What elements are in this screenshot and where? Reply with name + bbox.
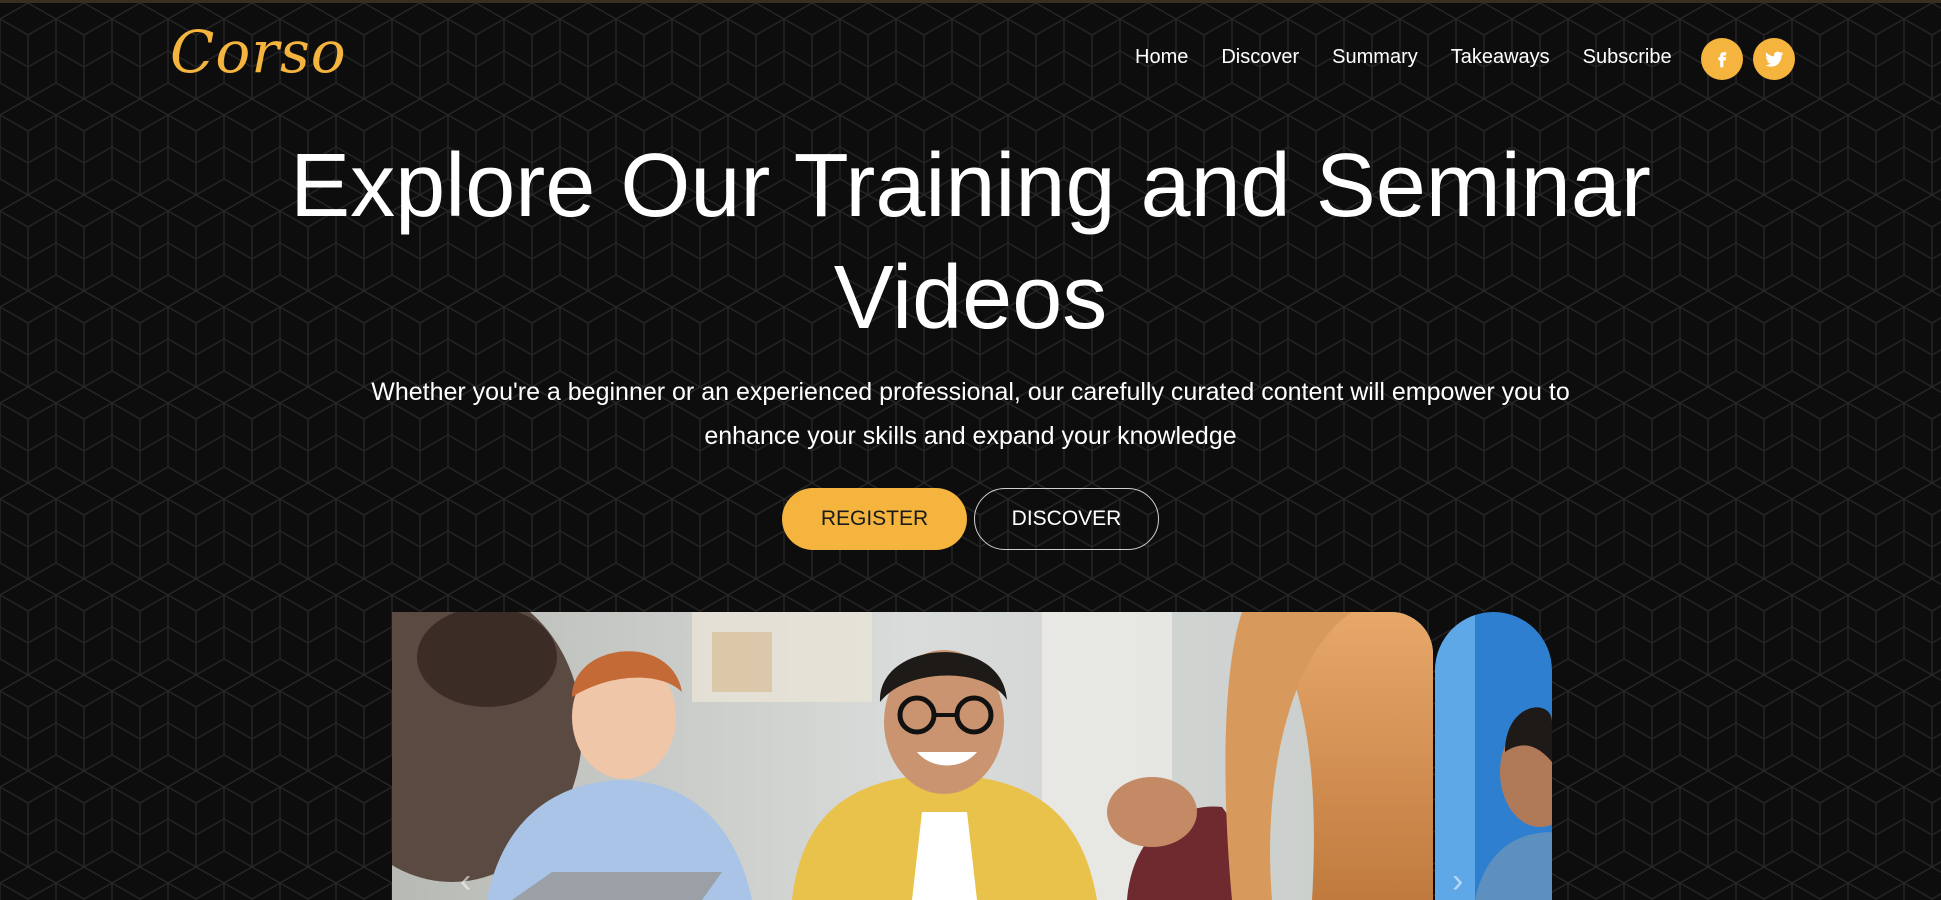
register-button[interactable]: REGISTER <box>782 488 967 550</box>
hero-subtitle-line2: enhance your skills and expand your know… <box>704 422 1237 450</box>
cta-group: REGISTER DISCOVER <box>782 488 1159 550</box>
nav-subscribe[interactable]: Subscribe <box>1583 46 1672 69</box>
video-carousel: ‹ › <box>392 612 1552 900</box>
brand-logo[interactable]: Corso <box>170 18 347 86</box>
nav-home[interactable]: Home <box>1135 46 1188 69</box>
facebook-button[interactable] <box>1701 38 1743 80</box>
chevron-left-icon[interactable]: ‹ <box>460 862 471 900</box>
hero-title: Explore Our Training and Seminar Videos <box>200 130 1741 354</box>
navbar: Corso Home Discover Summary Takeaways Su… <box>0 0 1941 120</box>
carousel-slide-next[interactable] <box>1435 612 1552 900</box>
carousel-slide-active[interactable] <box>392 612 1433 900</box>
social-links <box>1701 38 1795 80</box>
next-slide-photo <box>1435 612 1552 900</box>
nav-discover[interactable]: Discover <box>1221 46 1299 69</box>
hero-title-line1: Explore Our Training and Seminar <box>290 136 1651 236</box>
chevron-right-icon[interactable]: › <box>1452 862 1463 900</box>
seminar-photo <box>392 612 1433 900</box>
twitter-button[interactable] <box>1753 38 1795 80</box>
nav-takeaways[interactable]: Takeaways <box>1451 46 1550 69</box>
hero-title-line2: Videos <box>833 248 1108 348</box>
facebook-icon <box>1718 52 1727 68</box>
hero-subtitle-line1: Whether you're a beginner or an experien… <box>371 378 1570 406</box>
twitter-icon <box>1765 51 1784 67</box>
discover-button[interactable]: DISCOVER <box>974 488 1159 550</box>
main-nav: Home Discover Summary Takeaways Subscrib… <box>1135 46 1705 69</box>
nav-summary[interactable]: Summary <box>1332 46 1418 69</box>
hero-subtitle: Whether you're a beginner or an experien… <box>330 370 1611 458</box>
